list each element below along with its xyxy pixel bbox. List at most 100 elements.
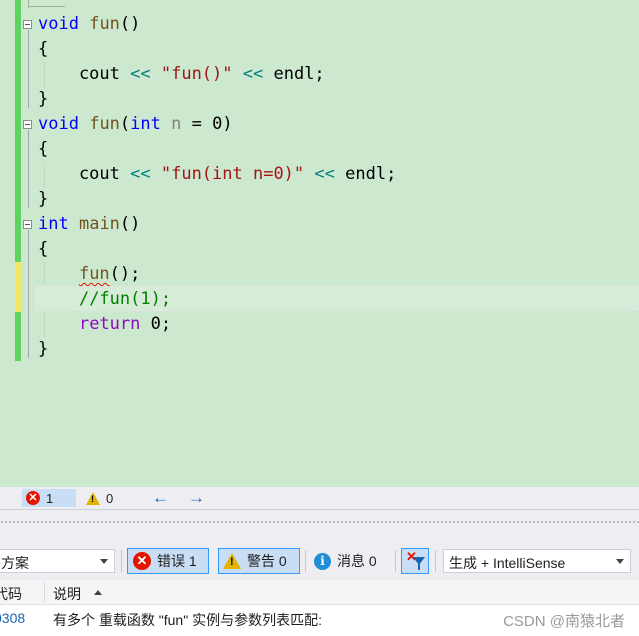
toolbar-separator [395,550,396,572]
code-token: main [78,214,120,234]
code-line[interactable]: } [38,87,396,112]
code-token: //fun(1); [78,289,172,309]
code-line[interactable]: } [38,187,396,212]
error-icon: ✕ [133,552,151,570]
build-source-value: 生成 + IntelliSense [449,555,566,571]
collapse-toggle-icon[interactable] [23,220,32,229]
error-list-toolbar: 方案 ✕ 错误 1 ! 警告 0 i 消息 0 ✕ 生成 + IntelliSe… [0,540,639,580]
code-token: return [78,314,141,334]
warning-count: 0 [106,490,114,506]
code-token: (); [109,264,141,284]
panel-splitter[interactable] [0,509,639,540]
filter-funnel-stem [418,564,420,570]
clear-filter-button[interactable]: ✕ [401,548,429,574]
code-token: { [38,239,49,259]
code-line[interactable]: void fun(int n = 0) [38,112,396,137]
outline-rail [28,130,29,208]
code-line[interactable]: } [38,337,396,362]
editor-status-strip: ✕ 1 ! 0 ← → [0,487,639,509]
code-line[interactable]: { [38,37,396,62]
splitter-grip[interactable] [0,520,639,525]
previous-issue-arrow-icon[interactable]: ← [152,487,169,509]
code-line[interactable]: cout << "fun(int n=0)" << endl; [38,162,396,187]
warnings-filter-label: 警告 0 [247,553,287,569]
warning-icon: ! [86,491,100,505]
code-token: << [314,164,335,184]
code-line[interactable]: cout << "fun()" << endl; [38,62,396,87]
code-token: fun [89,114,120,134]
code-token: } [38,189,49,209]
messages-filter-button[interactable]: i 消息 0 [314,548,392,574]
collapse-toggle-icon[interactable] [23,20,32,29]
code-token: cout [38,64,131,84]
code-token: () [119,214,141,234]
code-line[interactable]: int main() [38,212,396,237]
code-token: cout [38,164,131,184]
code-editor[interactable]: void fun(){ cout << "fun()" << endl;} voi… [0,0,639,487]
chevron-down-icon [616,559,624,564]
collapse-toggle-icon[interactable] [23,120,32,129]
code-token: int [38,214,69,234]
toolbar-separator [305,550,306,572]
code-token: << [130,164,151,184]
error-code-link[interactable]: 0308 [0,610,25,626]
build-source-dropdown[interactable]: 生成 + IntelliSense [443,549,631,573]
code-token: { [38,39,49,59]
warning-count-indicator[interactable]: ! 0 [86,489,113,507]
errors-filter-button[interactable]: ✕ 错误 1 [127,548,209,574]
code-token: << [242,64,264,84]
watermark: CSDN @南猿北者 [503,613,625,630]
info-icon: i [314,552,331,570]
scope-value: 方案 [1,555,29,571]
code-token: ( [119,114,131,134]
outline-rail [28,30,29,108]
warning-icon: ! [223,553,241,569]
change-margin-saved [15,312,21,361]
column-resize-handle[interactable] [44,582,45,603]
code-lines[interactable]: void fun(){ cout << "fun()" << endl;} voi… [38,12,396,362]
error-count-indicator[interactable]: ✕ 1 [22,489,76,507]
code-token: endl; [334,164,397,184]
error-count: 1 [46,490,54,506]
outline-rail [28,230,29,358]
scope-dropdown[interactable]: 方案 [0,549,115,573]
next-issue-arrow-icon[interactable]: → [188,487,205,509]
messages-filter-label: 消息 0 [337,553,377,569]
code-line[interactable]: { [38,237,396,262]
column-header-description[interactable]: 说明 [53,584,81,604]
warnings-filter-button[interactable]: ! 警告 0 [218,548,300,574]
code-token: { [38,139,49,159]
code-token: endl; [263,64,325,84]
chevron-down-icon [100,559,108,564]
toolbar-separator [435,550,436,572]
code-token: () [119,14,141,34]
code-line[interactable]: //fun(1); [38,287,396,312]
code-token: void [38,114,79,134]
change-margin-saved [15,0,21,262]
sort-ascending-icon [94,590,102,595]
column-header-code[interactable]: 代码 [0,584,22,604]
error-list-header: 代码 说明 [0,580,639,605]
code-token: fun [78,264,110,284]
code-token: int [130,114,161,134]
table-row[interactable]: 0308 有多个 重载函数 "fun" 实例与参数列表匹配: CSDN @南猿北… [0,605,639,636]
code-line[interactable]: void fun() [38,12,396,37]
code-token: = 0) [181,114,233,134]
code-token: void [38,14,79,34]
code-token: } [38,339,49,359]
code-line[interactable]: { [38,137,396,162]
code-line[interactable]: fun(); [38,262,396,287]
change-margin-unsaved [15,262,21,312]
error-description: 有多个 重载函数 "fun" 实例与参数列表匹配: [53,612,322,628]
code-line[interactable]: return 0; [38,312,396,337]
code-token: n [171,114,182,134]
